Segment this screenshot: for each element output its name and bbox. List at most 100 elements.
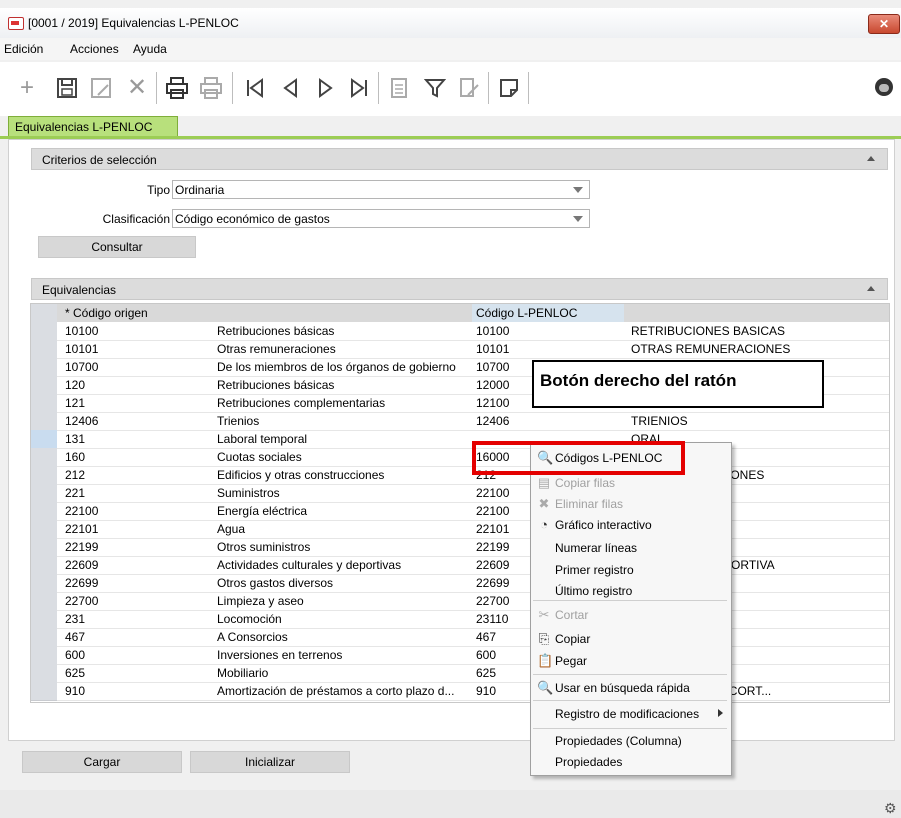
table-row[interactable]: 467 A Consorcios 467 [31, 628, 889, 647]
tab-equivalencias[interactable]: Equivalencias L-PENLOC [8, 116, 178, 136]
previous-record-icon[interactable] [276, 70, 306, 106]
row-header[interactable] [31, 682, 57, 701]
table-cell[interactable]: Retribuciones básicas [217, 376, 475, 394]
criteria-header[interactable]: Criterios de selección [31, 148, 888, 170]
table-cell[interactable]: Otras remuneraciones [217, 340, 475, 358]
context-menu-item[interactable]: Propiedades (Columna) [555, 734, 682, 748]
row-header[interactable] [31, 556, 57, 575]
close-button[interactable]: ✕ [868, 14, 900, 34]
table-row[interactable]: 22609 Actividades culturales y deportivas… [31, 556, 889, 575]
inicializar-button[interactable]: Inicializar [190, 751, 350, 773]
table-cell[interactable]: Edificios y otras construcciones [217, 466, 475, 484]
row-header[interactable] [31, 628, 57, 647]
tipo-select[interactable]: Ordinaria [172, 180, 590, 199]
table-cell[interactable]: 625 [65, 664, 215, 682]
table-row[interactable]: 625 Mobiliario 625 [31, 664, 889, 683]
collapse-icon[interactable] [867, 286, 875, 291]
row-header[interactable] [31, 502, 57, 521]
consultar-button[interactable]: Consultar [38, 236, 196, 258]
table-row[interactable]: 22699Otros gastos diversos22699DIVERSOS [31, 574, 889, 593]
table-row[interactable]: 10100 Retribuciones básicas 10100 RETRIBUCI… [31, 322, 889, 341]
table-cell[interactable]: Actividades culturales y deportivas [217, 556, 475, 574]
table-cell[interactable]: Cuotas sociales [217, 448, 475, 466]
table-cell[interactable]: Limpieza y aseo [217, 592, 475, 610]
table-cell[interactable]: Laboral temporal [217, 430, 475, 448]
row-header[interactable] [31, 538, 57, 557]
table-cell[interactable]: OTRAS REMUNERACIONES [631, 340, 887, 358]
row-header[interactable] [31, 484, 57, 503]
table-cell[interactable]: Energía eléctrica [217, 502, 475, 520]
context-menu-item[interactable]: Primer registro [555, 563, 634, 577]
table-cell[interactable]: 131 [65, 430, 215, 448]
table-cell[interactable]: Locomoción [217, 610, 475, 628]
row-header[interactable] [31, 376, 57, 395]
table-row[interactable]: 212Edificios y otras construcciones212AS… [31, 466, 889, 485]
table-row[interactable]: 10101 Otras remuneraciones 10101 OTRAS REMU… [31, 340, 889, 359]
print-icon[interactable] [162, 70, 192, 106]
row-header[interactable] [31, 592, 57, 611]
row-header[interactable] [31, 304, 57, 323]
table-cell[interactable]: Agua [217, 520, 475, 538]
row-header[interactable] [31, 322, 57, 341]
table-cell[interactable]: 212 [65, 466, 215, 484]
row-header[interactable] [31, 394, 57, 413]
row-header[interactable] [31, 412, 57, 431]
row-header[interactable] [31, 466, 57, 485]
delete-icon[interactable]: ✕ [122, 70, 152, 106]
table-row[interactable]: 910 Amortización de préstamos a corto pla… [31, 682, 889, 701]
table-cell[interactable]: 120 [65, 376, 215, 394]
context-menu-item[interactable]: Usar en búsqueda rápida [555, 681, 690, 695]
table-cell[interactable]: Mobiliario [217, 664, 475, 682]
menu-edicion[interactable]: Edición [4, 42, 43, 56]
last-record-icon[interactable] [344, 70, 374, 106]
table-row[interactable]: 231Locomoción23110DIRECTIVO [31, 610, 889, 629]
table-cell[interactable]: Amortización de préstamos a corto plazo … [217, 682, 475, 700]
table-cell[interactable]: 10101 [65, 340, 215, 358]
table-row[interactable]: 12406 Trienios 12406 TRIENIOS [31, 412, 889, 431]
table-cell[interactable]: RETRIBUCIONES BASICAS [631, 322, 887, 340]
table-cell[interactable]: 910 [65, 682, 215, 700]
first-record-icon[interactable] [240, 70, 270, 106]
table-cell[interactable]: Retribuciones complementarias [217, 394, 475, 412]
table-cell[interactable]: TRIENIOS [631, 412, 887, 430]
row-header[interactable] [31, 448, 57, 467]
table-cell[interactable]: 12406 [476, 412, 628, 430]
table-cell[interactable]: 600 [65, 646, 215, 664]
row-header[interactable] [31, 610, 57, 629]
context-menu-item[interactable]: Último registro [555, 584, 632, 598]
edit-icon[interactable] [454, 70, 484, 106]
table-cell[interactable]: Suministros [217, 484, 475, 502]
next-record-icon[interactable] [310, 70, 340, 106]
row-header[interactable] [31, 520, 57, 539]
settings-icon[interactable]: ⚙ [884, 800, 897, 817]
table-cell[interactable]: 10700 [65, 358, 215, 376]
table-row[interactable]: 22100Energía eléctrica22100RICA [31, 502, 889, 521]
table-cell[interactable]: Retribuciones básicas [217, 322, 475, 340]
add-icon[interactable]: + [12, 70, 42, 106]
row-header[interactable] [31, 664, 57, 683]
table-cell[interactable]: A Consorcios [217, 628, 475, 646]
table-cell[interactable]: Inversiones en terrenos [217, 646, 475, 664]
cargar-button[interactable]: Cargar [22, 751, 182, 773]
menu-ayuda[interactable]: Ayuda [133, 42, 167, 56]
table-cell[interactable]: 121 [65, 394, 215, 412]
row-header[interactable] [31, 340, 57, 359]
table-row[interactable]: 22101 Agua 22101 [31, 520, 889, 539]
table-cell[interactable]: 22199 [65, 538, 215, 556]
table-cell[interactable]: 10100 [65, 322, 215, 340]
context-menu-item[interactable]: Gráfico interactivo [555, 518, 652, 532]
context-menu-item[interactable]: Copiar [555, 632, 590, 646]
table-cell[interactable]: 221 [65, 484, 215, 502]
table-row[interactable]: 22199Otros suministros22199TROS [31, 538, 889, 557]
equivalencias-header[interactable]: Equivalencias [31, 278, 888, 300]
context-menu-item[interactable]: Propiedades [555, 755, 622, 769]
context-menu-item[interactable]: Numerar líneas [555, 541, 637, 555]
table-row[interactable]: 131 Laboral temporal ORAL [31, 430, 889, 449]
table-cell[interactable]: 22699 [65, 574, 215, 592]
table-row[interactable]: 600Inversiones en terrenos600I TERRENOS [31, 646, 889, 665]
table-cell[interactable]: Otros suministros [217, 538, 475, 556]
table-cell[interactable]: 231 [65, 610, 215, 628]
context-menu-item[interactable]: Registro de modificaciones [555, 707, 699, 721]
table-cell[interactable]: De los miembros de los órganos de gobier… [217, 358, 475, 376]
column-header[interactable]: Código L-PENLOC [472, 304, 624, 322]
